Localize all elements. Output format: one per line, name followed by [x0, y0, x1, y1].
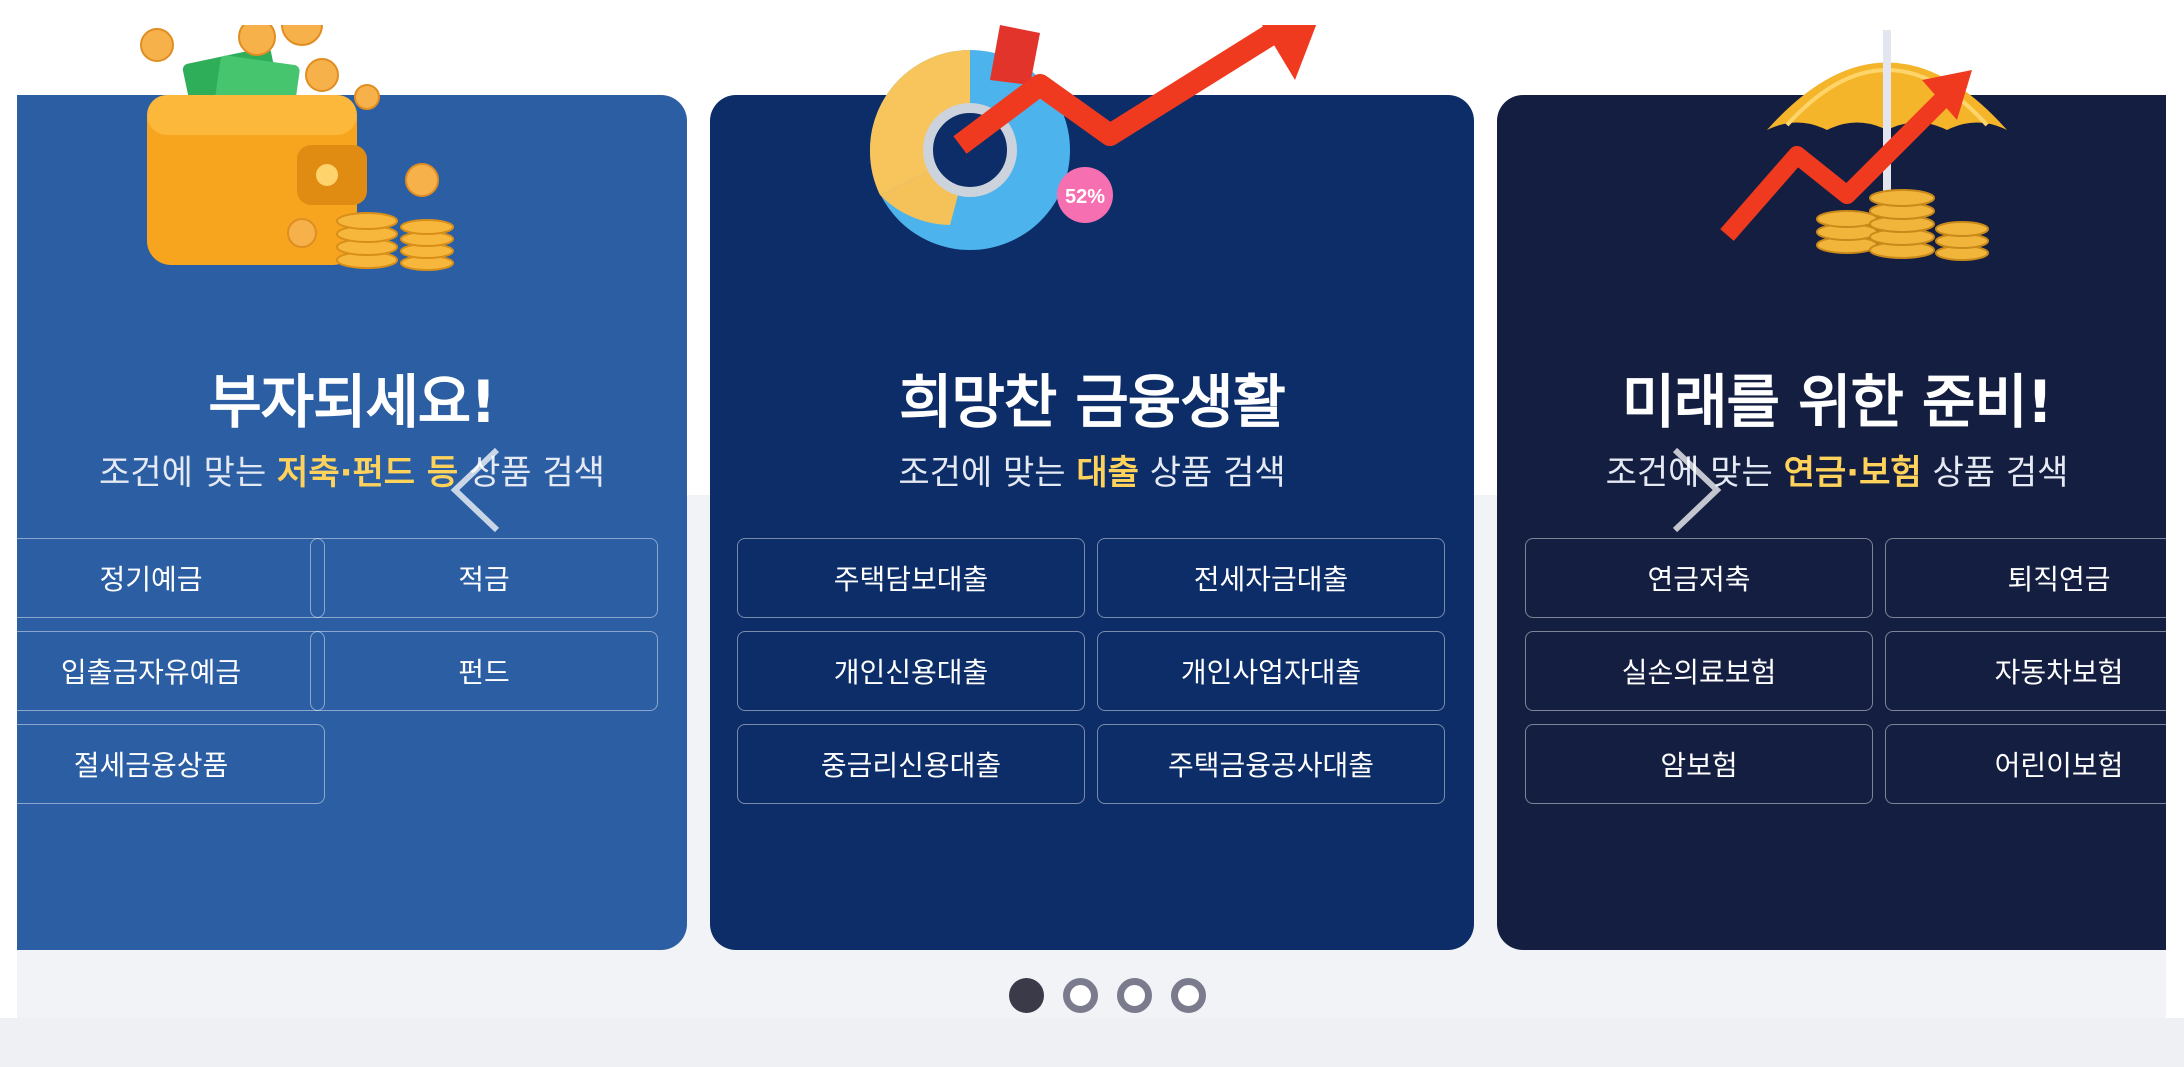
product-button[interactable]: 정기예금	[17, 538, 325, 618]
pagination-dot[interactable]	[1063, 978, 1098, 1013]
left-edge	[0, 0, 17, 1018]
product-button[interactable]: 주택금융공사대출	[1097, 724, 1445, 804]
subtitle-highlight: 연금·보험	[1783, 453, 1922, 493]
card-title: 미래를 위한 준비!	[1621, 368, 2053, 436]
product-button[interactable]: 연금저축	[1525, 538, 1873, 618]
subtitle-text: 상품 검색	[1138, 453, 1286, 493]
product-button[interactable]: 펀드	[310, 631, 658, 711]
subtitle-text: 상품 검색	[1921, 453, 2069, 493]
pagination-dot[interactable]	[1117, 978, 1152, 1013]
background-bottom	[0, 1018, 2184, 1067]
product-button[interactable]: 퇴직연금	[1885, 538, 2166, 618]
subtitle-text: 조건에 맞는	[898, 453, 1077, 493]
product-button[interactable]: 적금	[310, 538, 658, 618]
card-subtitle: 조건에 맞는 연금·보험 상품 검색	[1497, 445, 2166, 494]
subtitle-highlight: 저축·펀드 등	[277, 453, 459, 493]
card-title: 부자되세요!	[208, 368, 496, 436]
percent-badge: 52%	[1065, 186, 1105, 208]
umbrella-coins-icon	[1720, 30, 2007, 261]
product-button[interactable]: 어린이보험	[1885, 724, 2166, 804]
product-button[interactable]: 개인사업자대출	[1097, 631, 1445, 711]
pagination-dot[interactable]	[1171, 978, 1206, 1013]
right-edge	[2166, 0, 2184, 1018]
card-subtitle: 조건에 맞는 저축·펀드 등 상품 검색	[17, 445, 687, 494]
chevron-right-icon[interactable]	[1667, 445, 1727, 535]
product-button[interactable]: 절세금융상품	[17, 724, 325, 804]
pie-chart-arrow-icon: 52%	[869, 25, 1317, 250]
product-button[interactable]: 입출금자유예금	[17, 631, 325, 711]
carousel-pagination	[1009, 978, 1206, 1013]
card-title: 희망찬 금융생활	[899, 368, 1286, 436]
product-button[interactable]: 자동차보험	[1885, 631, 2166, 711]
page: 부자되세요! 조건에 맞는 저축·펀드 등 상품 검색 정기예금 적금 입출금자…	[0, 0, 2184, 1067]
product-button[interactable]: 주택담보대출	[737, 538, 1085, 618]
wallet-coins-icon	[140, 25, 454, 271]
pagination-dot[interactable]	[1009, 978, 1044, 1013]
product-button[interactable]: 암보험	[1525, 724, 1873, 804]
product-card-pension-insurance[interactable]: 미래를 위한 준비! 조건에 맞는 연금·보험 상품 검색 연금저축 퇴직연금 …	[1497, 30, 2166, 950]
product-card-savings[interactable]: 부자되세요! 조건에 맞는 저축·펀드 등 상품 검색 정기예금 적금 입출금자…	[17, 25, 687, 950]
subtitle-text: 조건에 맞는	[99, 453, 278, 493]
product-button[interactable]: 중금리신용대출	[737, 724, 1085, 804]
product-button[interactable]: 실손의료보험	[1525, 631, 1873, 711]
product-button[interactable]: 전세자금대출	[1097, 538, 1445, 618]
product-card-loans[interactable]: 52% 희망찬 금융생활 조건에 맞는 대출 상품 검색 주택담보대출 전세자금…	[710, 25, 1474, 950]
product-button[interactable]: 개인신용대출	[737, 631, 1085, 711]
chevron-left-icon[interactable]	[445, 445, 505, 535]
card-subtitle: 조건에 맞는 대출 상품 검색	[710, 445, 1474, 494]
carousel-viewport: 부자되세요! 조건에 맞는 저축·펀드 등 상품 검색 정기예금 적금 입출금자…	[17, 0, 2166, 1018]
subtitle-highlight: 대출	[1076, 453, 1139, 493]
